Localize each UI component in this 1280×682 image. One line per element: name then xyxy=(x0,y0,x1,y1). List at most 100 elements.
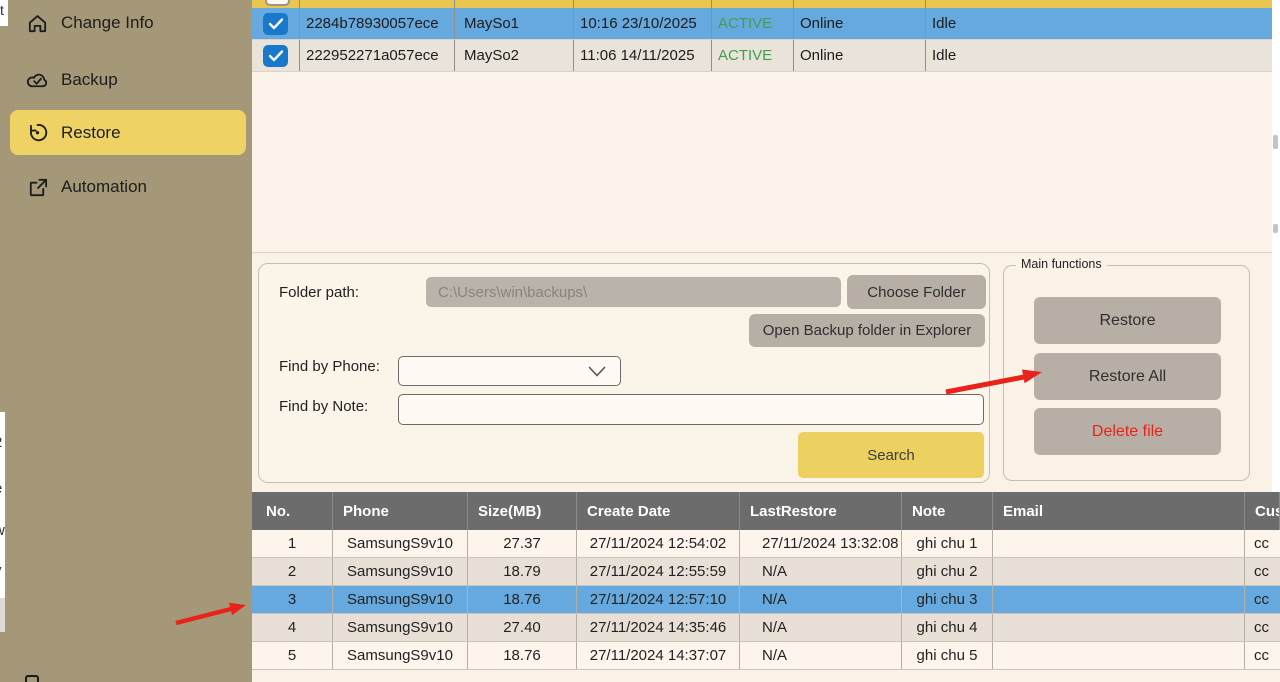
cell-email xyxy=(993,558,1245,585)
window-edge-strip xyxy=(1272,0,1280,492)
device-time: 11:06 14/11/2025 xyxy=(574,40,712,71)
header-cell xyxy=(794,0,926,8)
device-id: 222952271a057ece xyxy=(300,40,455,71)
scrollbar-mark xyxy=(1273,135,1278,149)
cell-phone: SamsungS9v10 xyxy=(333,530,468,557)
cell-email xyxy=(993,642,1245,669)
device-status: ACTIVE xyxy=(712,8,794,39)
column-header: No. xyxy=(252,492,333,530)
cell-note: ghi chu 4 xyxy=(902,614,993,641)
delete-file-button[interactable]: Delete file xyxy=(1034,408,1221,455)
cell-phone: SamsungS9v10 xyxy=(333,614,468,641)
cell-size: 18.79 xyxy=(468,558,577,585)
sidebar-item-label: Restore xyxy=(61,123,121,143)
checkbox-cell xyxy=(252,8,300,39)
header-cell xyxy=(574,0,712,8)
open-backup-folder-button[interactable]: Open Backup folder in Explorer xyxy=(749,314,985,347)
main-functions-panel: Main functions Restore Restore All Delet… xyxy=(1003,265,1250,481)
find-by-note-label: Find by Note: xyxy=(279,398,368,415)
sidebar-item-backup[interactable]: Backup xyxy=(10,57,246,103)
search-button[interactable]: Search xyxy=(798,432,984,478)
cell-email xyxy=(993,614,1245,641)
backup-row-selected[interactable]: 3 SamsungS9v10 18.76 27/11/2024 12:57:10… xyxy=(252,586,1280,614)
restore-button[interactable]: Restore xyxy=(1034,297,1221,344)
cell-create-date: 27/11/2024 14:35:46 xyxy=(577,614,740,641)
folder-path-input xyxy=(426,277,841,307)
clipped-bottom-icon xyxy=(25,675,39,682)
device-state: Idle xyxy=(926,8,1272,39)
backup-table: No. Phone Size(MB) Create Date LastResto… xyxy=(252,492,1280,670)
automation-external-link-icon xyxy=(26,176,49,199)
checkbox-cell xyxy=(252,40,300,71)
fragment-text: v xyxy=(0,562,2,579)
device-table-empty-area xyxy=(252,72,1272,253)
device-row[interactable]: 222952271a057ece MaySo2 11:06 14/11/2025… xyxy=(252,40,1272,72)
cell-no: 1 xyxy=(252,530,333,557)
row-checkbox[interactable] xyxy=(263,13,288,35)
cell-no: 3 xyxy=(252,586,333,613)
sidebar-item-label: Change Info xyxy=(61,13,154,33)
cell-phone: SamsungS9v10 xyxy=(333,586,468,613)
column-header: Create Date xyxy=(577,492,740,530)
cell-create-date: 27/11/2024 14:37:07 xyxy=(577,642,740,669)
device-name: MaySo2 xyxy=(455,40,574,71)
sidebar-item-restore[interactable]: Restore xyxy=(10,110,246,155)
sidebar-item-label: Backup xyxy=(61,70,118,90)
column-header: Cus xyxy=(1245,492,1280,530)
check-icon xyxy=(268,17,284,31)
device-status: ACTIVE xyxy=(712,40,794,71)
cell-last-restore: N/A xyxy=(740,614,902,641)
app-window: 2284b78930057ece MaySo1 10:16 23/10/2025… xyxy=(0,0,1280,682)
cell-phone: SamsungS9v10 xyxy=(333,642,468,669)
backup-row[interactable]: 2 SamsungS9v10 18.79 27/11/2024 12:55:59… xyxy=(252,558,1280,586)
backup-row[interactable]: 5 SamsungS9v10 18.76 27/11/2024 14:37:07… xyxy=(252,642,1280,670)
device-state: Idle xyxy=(926,40,1272,71)
check-icon xyxy=(268,49,284,63)
sidebar: Change Info Backup Restore Automation xyxy=(0,0,252,682)
column-header: Phone xyxy=(333,492,468,530)
backup-table-header: No. Phone Size(MB) Create Date LastResto… xyxy=(252,492,1280,530)
device-table: 2284b78930057ece MaySo1 10:16 23/10/2025… xyxy=(252,0,1272,72)
fragment-text: w xyxy=(0,522,5,539)
cell-size: 18.76 xyxy=(468,586,577,613)
main-content: 2284b78930057ece MaySo1 10:16 23/10/2025… xyxy=(252,0,1280,682)
cell-last-restore: 27/11/2024 13:32:08 xyxy=(740,530,902,557)
home-icon xyxy=(26,12,49,35)
scrollbar-mark xyxy=(1273,224,1278,233)
device-connection: Online xyxy=(794,40,926,71)
restore-all-button[interactable]: Restore All xyxy=(1034,353,1221,400)
cell-last-restore: N/A xyxy=(740,642,902,669)
background-window-fragment xyxy=(0,598,5,632)
cloud-backup-icon xyxy=(26,69,49,92)
backup-row[interactable]: 4 SamsungS9v10 27.40 27/11/2024 14:35:46… xyxy=(252,614,1280,642)
cell-email xyxy=(993,530,1245,557)
main-functions-legend: Main functions xyxy=(1016,257,1107,271)
sidebar-item-automation[interactable]: Automation xyxy=(10,164,246,210)
cell-last-restore: N/A xyxy=(740,558,902,585)
choose-folder-button[interactable]: Choose Folder xyxy=(847,275,986,309)
cell-size: 27.37 xyxy=(468,530,577,557)
header-cell xyxy=(455,0,574,8)
sidebar-item-change-info[interactable]: Change Info xyxy=(10,0,246,46)
folder-path-label: Folder path: xyxy=(279,284,359,301)
cell-cus: cc xyxy=(1245,642,1280,669)
backup-row[interactable]: 1 SamsungS9v10 27.37 27/11/2024 12:54:02… xyxy=(252,530,1280,558)
fragment-text: t xyxy=(0,2,4,18)
find-by-phone-label: Find by Phone: xyxy=(279,358,380,375)
chevron-down-icon xyxy=(588,366,606,378)
cell-note: ghi chu 3 xyxy=(902,586,993,613)
device-name: MaySo1 xyxy=(455,8,574,39)
sidebar-item-label: Automation xyxy=(61,177,147,197)
find-by-note-input[interactable] xyxy=(398,394,984,425)
row-checkbox[interactable] xyxy=(263,45,288,67)
cell-no: 4 xyxy=(252,614,333,641)
cell-cus: cc xyxy=(1245,614,1280,641)
header-cell xyxy=(712,0,794,8)
column-header: Note xyxy=(902,492,993,530)
cell-create-date: 27/11/2024 12:54:02 xyxy=(577,530,740,557)
cell-cus: cc xyxy=(1245,530,1280,557)
device-row-selected[interactable]: 2284b78930057ece MaySo1 10:16 23/10/2025… xyxy=(252,8,1272,40)
find-by-phone-select[interactable] xyxy=(398,356,621,386)
select-all-checkbox[interactable] xyxy=(265,0,290,6)
cell-note: ghi chu 2 xyxy=(902,558,993,585)
